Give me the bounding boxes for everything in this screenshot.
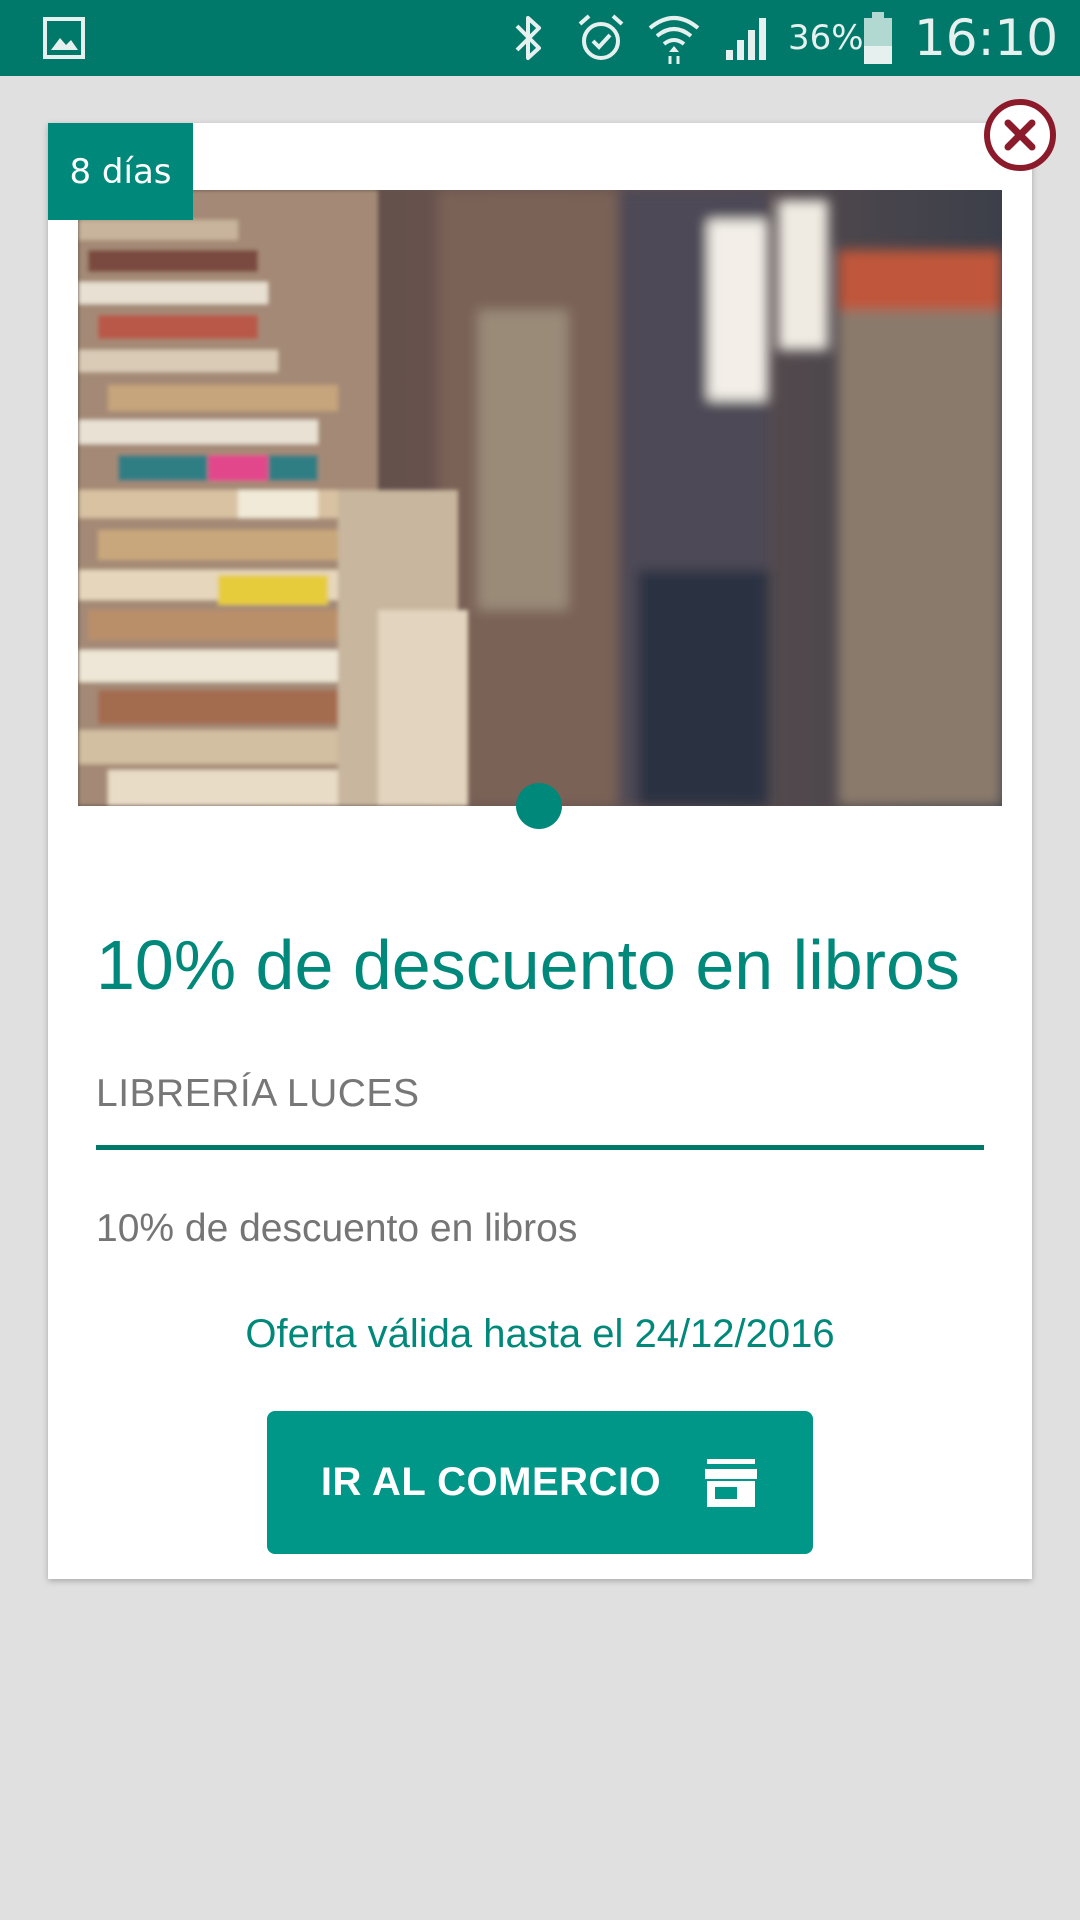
carousel-dot[interactable] — [516, 783, 562, 829]
go-to-store-button[interactable]: IR AL COMERCIO — [267, 1411, 813, 1554]
wifi-icon — [646, 0, 702, 76]
days-remaining-badge: 8 días — [48, 123, 193, 220]
battery-icon — [862, 0, 894, 76]
go-to-store-label: IR AL COMERCIO — [320, 1460, 662, 1504]
alarm-icon — [575, 0, 627, 76]
battery-percent: 36% — [788, 18, 864, 58]
close-button[interactable] — [983, 98, 1057, 172]
gallery-icon — [42, 0, 86, 76]
divider — [96, 1145, 984, 1150]
offer-description: 10% de descuento en libros — [96, 1207, 578, 1250]
close-icon — [984, 99, 1056, 171]
merchant-name: LIBRERÍA LUCES — [96, 1072, 420, 1115]
offer-title: 10% de descuento en libros — [96, 926, 960, 1004]
bluetooth-icon — [508, 0, 548, 76]
status-bar: 36% 16:10 — [0, 0, 1080, 76]
offer-validity: Oferta válida hasta el 24/12/2016 — [245, 1312, 835, 1356]
signal-icon — [722, 0, 774, 76]
store-icon — [703, 1457, 759, 1509]
bookstore-photo — [78, 190, 1002, 806]
clock: 16:10 — [914, 9, 1059, 67]
